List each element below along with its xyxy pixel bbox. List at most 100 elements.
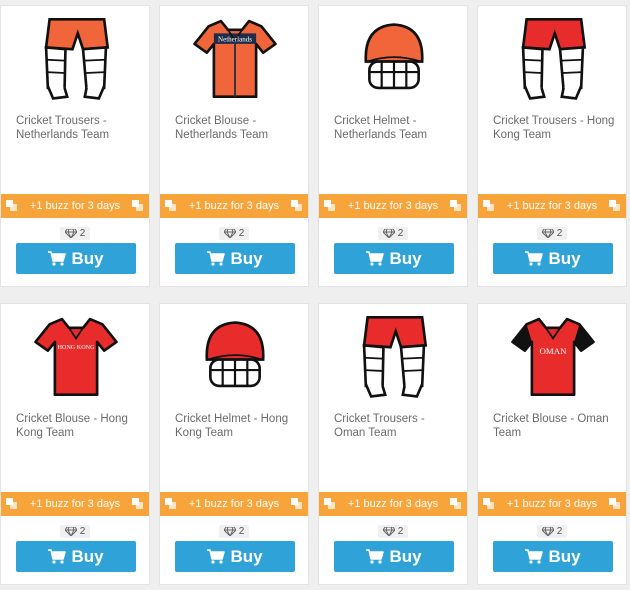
buzz-icon	[324, 200, 335, 211]
diamond-icon	[64, 526, 77, 536]
promo-label: +1 buzz for 3 days	[347, 498, 439, 510]
buzz-icon	[609, 200, 620, 211]
diamond-icon	[382, 526, 395, 536]
shirt-text: Netherlands	[218, 35, 252, 43]
diamond-icon	[541, 526, 554, 536]
cart-icon	[48, 251, 67, 266]
product-grid: Cricket Trousers - Netherlands Team +1 b…	[0, 0, 630, 590]
product-title: Cricket Blouse - Oman Team	[493, 413, 609, 439]
trousers-icon	[1, 14, 151, 102]
diamond-icon	[541, 228, 554, 238]
buzz-icon	[450, 498, 461, 509]
buy-button[interactable]: Buy	[493, 541, 613, 572]
promo-label: +1 buzz for 3 days	[506, 200, 598, 212]
product-title: Cricket Blouse - Netherlands Team	[175, 115, 269, 141]
price-value: 2	[79, 227, 86, 239]
shirt-icon: Netherlands	[160, 14, 310, 102]
price-value: 2	[556, 227, 563, 239]
price: 2	[1, 225, 149, 241]
product-card[interactable]: Cricket Trousers - Oman Team +1 buzz for…	[318, 303, 468, 585]
price: 2	[1, 523, 149, 539]
diamond-icon	[64, 228, 77, 238]
product-card[interactable]: Cricket Trousers - Hong Kong Team +1 buz…	[477, 5, 627, 287]
product-card[interactable]: Cricket Helmet - Hong Kong Team +1 buzz …	[159, 303, 309, 585]
buy-button[interactable]: Buy	[175, 243, 295, 274]
shirt-icon: OMAN	[478, 312, 628, 400]
buzz-promo: +1 buzz for 3 days	[1, 194, 149, 218]
buzz-icon	[132, 498, 143, 509]
buy-label: Buy	[230, 546, 263, 566]
buzz-icon	[165, 200, 176, 211]
trousers-icon	[478, 14, 628, 102]
cart-icon	[366, 549, 385, 564]
buy-button[interactable]: Buy	[334, 243, 454, 274]
product-title: Cricket Trousers - Hong Kong Team	[493, 115, 615, 141]
product-title: Cricket Helmet - Netherlands Team	[334, 115, 428, 141]
buy-label: Buy	[71, 248, 104, 268]
buy-label: Buy	[389, 546, 422, 566]
promo-label: +1 buzz for 3 days	[188, 200, 280, 212]
diamond-icon	[223, 526, 236, 536]
buzz-promo: +1 buzz for 3 days	[319, 194, 467, 218]
buzz-icon	[483, 200, 494, 211]
price: 2	[478, 225, 626, 241]
buzz-icon	[6, 498, 17, 509]
shirt-text: HONG KONG	[57, 345, 95, 351]
product-card[interactable]: Cricket Helmet - Netherlands Team +1 buz…	[318, 5, 468, 287]
buzz-promo: +1 buzz for 3 days	[160, 492, 308, 516]
product-title: Cricket Helmet - Hong Kong Team	[175, 413, 289, 439]
buzz-icon	[609, 498, 620, 509]
price-value: 2	[556, 525, 563, 537]
buzz-icon	[291, 200, 302, 211]
diamond-icon	[382, 228, 395, 238]
shirt-text: OMAN	[540, 346, 568, 356]
buy-button[interactable]: Buy	[175, 541, 295, 572]
helmet-icon	[160, 312, 310, 400]
buzz-icon	[165, 498, 176, 509]
buzz-icon	[6, 200, 17, 211]
promo-label: +1 buzz for 3 days	[506, 498, 598, 510]
product-title: Cricket Trousers - Oman Team	[334, 413, 425, 439]
product-card[interactable]: OMAN Cricket Blouse - Oman Team +1 buzz …	[477, 303, 627, 585]
cart-icon	[207, 549, 226, 564]
promo-label: +1 buzz for 3 days	[188, 498, 280, 510]
price: 2	[478, 523, 626, 539]
price-value: 2	[238, 525, 245, 537]
product-card[interactable]: HONG KONG Cricket Blouse - Hong Kong Tea…	[0, 303, 150, 585]
buzz-promo: +1 buzz for 3 days	[160, 194, 308, 218]
trousers-icon	[319, 312, 469, 400]
buzz-icon	[450, 200, 461, 211]
product-card[interactable]: Netherlands Cricket Blouse - Netherlands…	[159, 5, 309, 287]
promo-label: +1 buzz for 3 days	[29, 498, 121, 510]
promo-label: +1 buzz for 3 days	[347, 200, 439, 212]
price: 2	[160, 225, 308, 241]
buy-label: Buy	[389, 248, 422, 268]
product-card[interactable]: Cricket Trousers - Netherlands Team +1 b…	[0, 5, 150, 287]
promo-label: +1 buzz for 3 days	[29, 200, 121, 212]
cart-icon	[366, 251, 385, 266]
buzz-promo: +1 buzz for 3 days	[478, 194, 626, 218]
price-value: 2	[397, 227, 404, 239]
buzz-icon	[132, 200, 143, 211]
buzz-promo: +1 buzz for 3 days	[1, 492, 149, 516]
helmet-icon	[319, 14, 469, 102]
shirt-icon: HONG KONG	[1, 312, 151, 400]
buy-label: Buy	[230, 248, 263, 268]
buy-button[interactable]: Buy	[334, 541, 454, 572]
buy-button[interactable]: Buy	[493, 243, 613, 274]
price-value: 2	[79, 525, 86, 537]
buzz-promo: +1 buzz for 3 days	[319, 492, 467, 516]
price-value: 2	[397, 525, 404, 537]
buy-button[interactable]: Buy	[16, 541, 136, 572]
buy-button[interactable]: Buy	[16, 243, 136, 274]
buzz-promo: +1 buzz for 3 days	[478, 492, 626, 516]
cart-icon	[48, 549, 67, 564]
buy-label: Buy	[548, 546, 581, 566]
buzz-icon	[324, 498, 335, 509]
buy-label: Buy	[548, 248, 581, 268]
buy-label: Buy	[71, 546, 104, 566]
cart-icon	[525, 549, 544, 564]
price: 2	[319, 523, 467, 539]
price-value: 2	[238, 227, 245, 239]
cart-icon	[207, 251, 226, 266]
